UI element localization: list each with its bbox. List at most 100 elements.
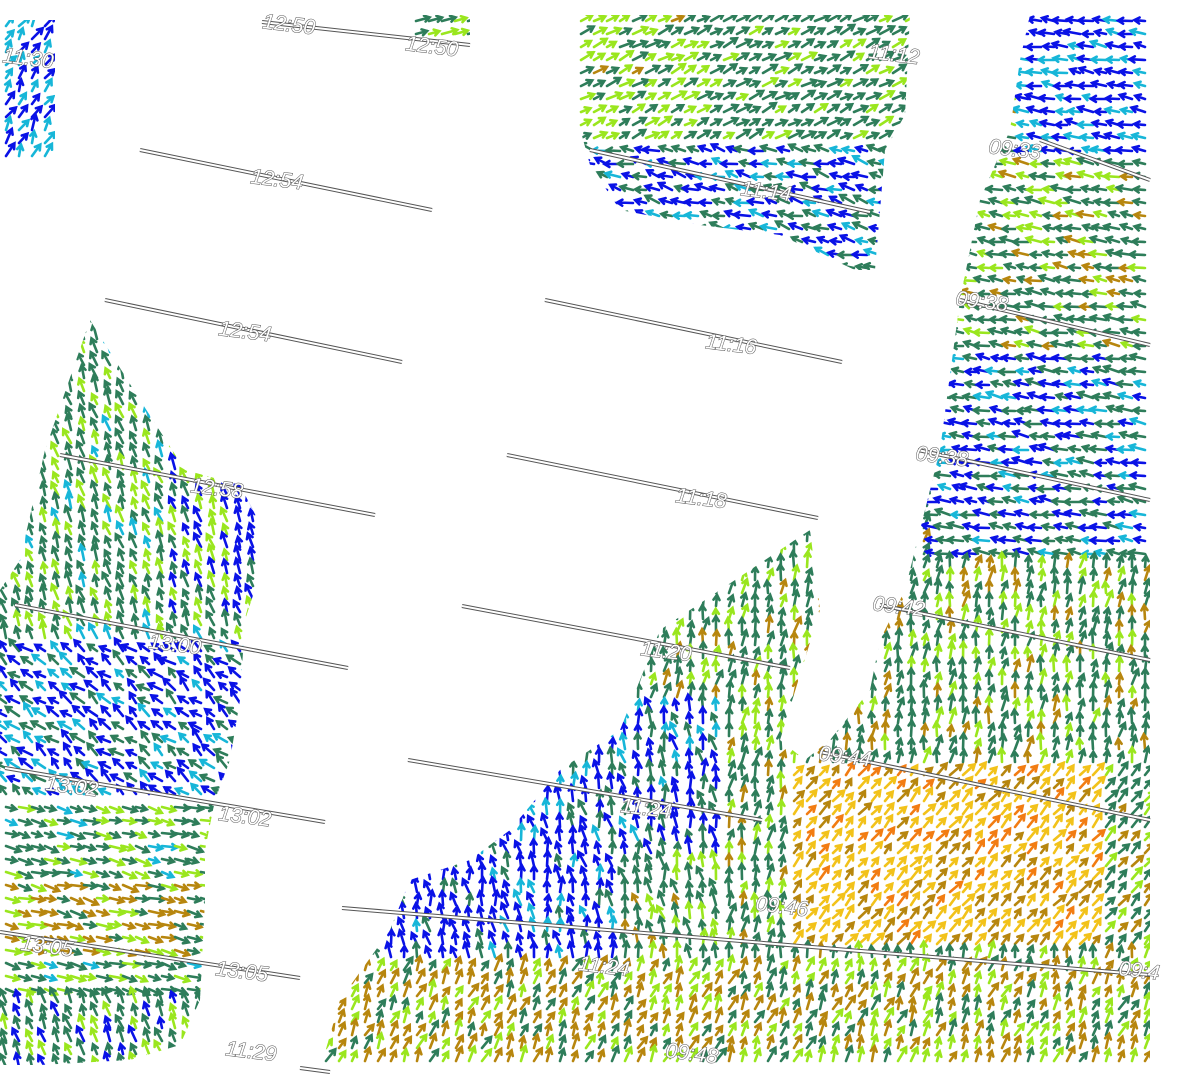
velocity-arrow: [962, 158, 978, 167]
velocity-arrow: [555, 735, 565, 751]
velocity-arrow: [948, 496, 965, 505]
velocity-arrow: [908, 395, 918, 413]
velocity-arrow: [478, 484, 488, 504]
velocity-arrow: [348, 652, 357, 673]
velocity-arrow: [448, 785, 458, 803]
velocity-arrow: [894, 122, 903, 140]
velocity-arrow: [594, 262, 609, 270]
velocity-arrow: [581, 656, 591, 673]
velocity-arrow: [896, 463, 905, 478]
velocity-arrow: [503, 71, 512, 88]
velocity-arrow: [412, 771, 422, 790]
velocity-arrow: [792, 445, 801, 465]
velocity-arrow: [680, 184, 700, 193]
velocity-arrow: [1065, 829, 1077, 842]
velocity-arrow: [777, 606, 787, 621]
velocity-arrow: [359, 770, 368, 790]
velocity-arrow: [974, 380, 991, 390]
velocity-arrow: [687, 593, 696, 608]
velocity-arrow: [724, 720, 734, 738]
velocity-arrow: [414, 249, 423, 270]
velocity-arrow: [907, 539, 917, 556]
velocity-arrow: [896, 432, 905, 452]
velocity-arrow: [920, 265, 929, 283]
velocity-arrow: [361, 304, 370, 322]
velocity-arrow: [422, 878, 432, 894]
velocity-arrow: [660, 333, 669, 348]
velocity-arrow: [1052, 802, 1067, 816]
velocity-arrow: [513, 839, 523, 855]
velocity-arrow: [621, 613, 630, 634]
velocity-arrow: [532, 108, 543, 127]
velocity-arrow: [490, 693, 500, 712]
velocity-arrow: [792, 817, 802, 829]
velocity-arrow: [655, 849, 666, 868]
velocity-arrow: [518, 341, 527, 361]
velocity-arrow: [517, 395, 527, 413]
velocity-arrow: [465, 176, 475, 192]
velocity-arrow: [738, 476, 748, 491]
velocity-arrow: [1089, 566, 1098, 582]
velocity-arrow: [427, 60, 436, 75]
velocity-arrow: [556, 502, 566, 517]
velocity-arrow: [321, 200, 330, 218]
velocity-arrow: [401, 667, 411, 686]
velocity-arrow: [855, 448, 865, 465]
velocity-arrow: [389, 320, 398, 335]
velocity-arrow: [43, 77, 53, 93]
velocity-arrow: [893, 249, 908, 259]
velocity-arrow: [937, 183, 952, 193]
velocity-arrow: [389, 303, 399, 322]
velocity-arrow: [764, 695, 774, 712]
velocity-arrow: [504, 175, 513, 192]
velocity-arrow: [530, 823, 539, 842]
velocity-arrow: [1039, 865, 1052, 881]
velocity-arrow: [774, 118, 790, 127]
velocity-arrow: [479, 580, 489, 595]
velocity-arrow: [610, 292, 619, 309]
arrow-cluster: [3, 20, 55, 158]
velocity-arrow: [555, 395, 565, 413]
velocity-arrow: [30, 78, 39, 93]
velocity-arrow: [1065, 869, 1077, 881]
velocity-arrow: [672, 848, 682, 868]
velocity-arrow: [800, 15, 817, 23]
velocity-arrow: [974, 882, 987, 894]
velocity-arrow: [962, 171, 978, 180]
velocity-arrow: [831, 318, 840, 335]
velocity-arrow: [752, 579, 761, 595]
velocity-arrow: [337, 618, 346, 634]
velocity-arrow: [636, 667, 646, 686]
velocity-arrow: [857, 893, 868, 907]
velocity-arrow: [753, 396, 762, 413]
velocity-arrow: [1049, 339, 1069, 348]
velocity-arrow: [634, 209, 648, 218]
velocity-arrow: [764, 592, 774, 608]
velocity-arrow: [615, 159, 635, 169]
velocity-arrow: [675, 356, 684, 374]
velocity-arrow: [1141, 680, 1150, 699]
velocity-arrow: [779, 577, 788, 595]
velocity-arrow: [920, 56, 930, 75]
velocity-arrow: [1027, 263, 1043, 272]
velocity-arrow: [1106, 497, 1121, 506]
velocity-arrow: [555, 539, 564, 556]
velocity-arrow: [921, 197, 931, 218]
velocity-arrow: [438, 801, 448, 816]
velocity-arrow: [857, 421, 867, 439]
velocity-arrow: [815, 370, 824, 387]
velocity-arrow: [857, 620, 866, 634]
velocity-arrow: [428, 72, 437, 88]
velocity-arrow: [506, 267, 515, 283]
velocity-arrow: [894, 252, 903, 270]
velocity-arrow: [701, 552, 710, 569]
velocity-arrow: [361, 137, 371, 153]
velocity-arrow: [922, 471, 933, 491]
velocity-arrow: [607, 825, 617, 842]
velocity-arrow: [1015, 119, 1030, 129]
velocity-arrow: [413, 839, 422, 855]
velocity-arrow: [1050, 16, 1069, 25]
velocity-arrow: [750, 523, 760, 543]
velocity-arrow: [785, 170, 804, 179]
velocity-arrow: [707, 733, 718, 751]
